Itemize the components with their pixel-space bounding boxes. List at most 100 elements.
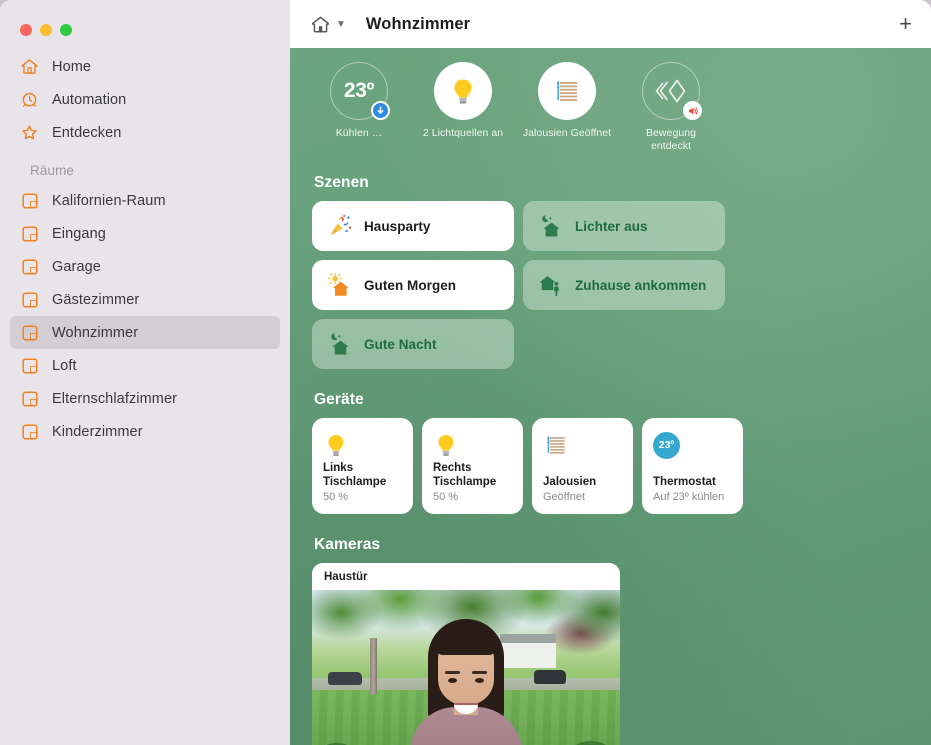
- room-icon: [20, 191, 39, 210]
- device-name: Jalousien: [543, 476, 597, 488]
- room-icon: [20, 422, 39, 441]
- titlebar: ▼ Wohnzimmer +: [290, 0, 931, 48]
- device-state: 50 %: [323, 491, 349, 503]
- sidebar-item-label: Eingang: [52, 225, 106, 242]
- scene-label: Gute Nacht: [364, 336, 437, 352]
- device-state: 50 %: [433, 491, 459, 503]
- minimize-button[interactable]: [40, 24, 52, 36]
- sidebar-item-label: Automation: [52, 91, 127, 108]
- status-climate[interactable]: 23º Kühlen …: [312, 62, 406, 152]
- close-button[interactable]: [20, 24, 32, 36]
- device-links-tischlampe[interactable]: Links Tischlampe 50 %: [312, 418, 413, 514]
- sidebar-item-label: Gästezimmer: [52, 291, 140, 308]
- hair-front: [435, 621, 497, 655]
- scene-gute-nacht[interactable]: Gute Nacht: [312, 319, 514, 369]
- sidebar-item-label: Wohnzimmer: [52, 324, 139, 341]
- status-circle: [538, 62, 596, 120]
- device-state: Geöffnet: [543, 491, 585, 503]
- home-selector-button[interactable]: ▼: [310, 14, 346, 35]
- page-title: Wohnzimmer: [365, 14, 471, 33]
- sidebar-item-garage[interactable]: Garage: [10, 250, 280, 283]
- thermostat-icon: 23º: [653, 428, 732, 462]
- sidebar-item-automation[interactable]: Automation: [10, 83, 280, 116]
- eye: [475, 678, 484, 683]
- add-accessory-button[interactable]: +: [896, 13, 915, 35]
- lightbulb-icon: [323, 428, 402, 461]
- sidebar-item-entdecken[interactable]: Entdecken: [10, 116, 280, 149]
- device-thermostat[interactable]: 23º Thermostat Auf 23º kühlen: [642, 418, 743, 514]
- star-icon: [20, 123, 39, 142]
- sidebar-item-home[interactable]: Home: [10, 50, 280, 83]
- house-icon: [20, 57, 39, 76]
- sidebar-item-label: Kinderzimmer: [52, 423, 143, 440]
- moon-house-icon: [538, 214, 564, 238]
- status-blinds[interactable]: Jalousien Geöffnet: [520, 62, 614, 152]
- sidebar-item-label: Kalifornien-Raum: [52, 192, 166, 209]
- party-popper-icon: [327, 214, 353, 238]
- status-motion[interactable]: Bewegung entdeckt: [624, 62, 718, 152]
- eyebrow: [472, 671, 487, 674]
- eye: [448, 678, 457, 683]
- chevron-down-icon: ▼: [336, 19, 346, 30]
- maximize-button[interactable]: [60, 24, 72, 36]
- sidebar-nav: Home Automation Entdecken Räume Kaliforn…: [0, 44, 290, 448]
- sidebar-item-label: Entdecken: [52, 124, 122, 141]
- scene-zuhause-ankommen[interactable]: Zuhause ankommen: [523, 260, 725, 310]
- camera-name: Haustür: [312, 563, 620, 590]
- scene-guten-morgen[interactable]: Guten Morgen: [312, 260, 514, 310]
- sun-house-icon: [327, 273, 353, 297]
- motion-sensor-icon: [654, 77, 688, 105]
- lightbulb-icon: [433, 428, 512, 461]
- room-icon: [20, 290, 39, 309]
- blinds-icon: [543, 428, 622, 462]
- cameras-heading: Kameras: [314, 536, 381, 553]
- parked-car: [534, 670, 566, 684]
- room-scroll-area: 23º Kühlen … 2 Lichtquellen an Jalousien…: [290, 48, 931, 745]
- scene-label: Hausparty: [364, 218, 431, 234]
- status-label: Kühlen …: [335, 127, 383, 139]
- sidebar-item-kinderzimmer[interactable]: Kinderzimmer: [10, 415, 280, 448]
- scenes-grid: Hausparty Lichter aus Guten Morgen Zuhau…: [306, 201, 915, 369]
- sidebar-item-label: Home: [52, 58, 92, 75]
- status-summary-row: 23º Kühlen … 2 Lichtquellen an Jalousien…: [306, 62, 915, 152]
- status-circle: 23º: [330, 62, 390, 120]
- camera-card-haustuer[interactable]: Haustür: [312, 563, 620, 745]
- person-at-door: [406, 613, 526, 745]
- device-state: Auf 23º kühlen: [653, 491, 725, 503]
- sidebar-item-wohnzimmer[interactable]: Wohnzimmer: [10, 316, 280, 349]
- device-name: Thermostat: [653, 476, 716, 488]
- scene-hausparty[interactable]: Hausparty: [312, 201, 514, 251]
- house-person-icon: [538, 273, 564, 297]
- devices-heading: Geräte: [314, 391, 364, 408]
- sidebar-section-rooms: Räume: [30, 163, 75, 178]
- sidebar-item-eingang[interactable]: Eingang: [10, 217, 280, 250]
- scene-lichter-aus[interactable]: Lichter aus: [523, 201, 725, 251]
- room-icon: [20, 356, 39, 375]
- sidebar-item-kalifornien-raum[interactable]: Kalifornien-Raum: [10, 184, 280, 217]
- content-area: ▼ Wohnzimmer + 23º Kühlen … 2 Lichtquell…: [290, 0, 931, 745]
- eyebrow: [445, 671, 460, 674]
- window-controls: [0, 0, 290, 44]
- sidebar-item-gaestezimmer[interactable]: Gästezimmer: [10, 283, 280, 316]
- lightbulb-icon: [448, 75, 478, 107]
- status-temperature-value: 23º: [343, 79, 375, 102]
- room-icon: [20, 323, 39, 342]
- status-lights[interactable]: 2 Lichtquellen an: [416, 62, 510, 152]
- devices-grid: Links Tischlampe 50 % Rechts Tischlampe …: [306, 418, 915, 514]
- status-label: 2 Lichtquellen an: [422, 127, 504, 139]
- camera-feed-image[interactable]: [312, 590, 620, 745]
- device-jalousien[interactable]: Jalousien Geöffnet: [532, 418, 633, 514]
- parked-car: [328, 672, 362, 685]
- room-icon: [20, 389, 39, 408]
- scene-label: Lichter aus: [575, 218, 648, 234]
- sidebar-item-label: Loft: [52, 357, 77, 374]
- device-rechts-tischlampe[interactable]: Rechts Tischlampe 50 %: [422, 418, 523, 514]
- clock-icon: [20, 90, 39, 109]
- sidebar-item-elternschlafzimmer[interactable]: Elternschlafzimmer: [10, 382, 280, 415]
- thermostat-temp-badge: 23º: [653, 431, 680, 459]
- status-label: Bewegung entdeckt: [645, 127, 697, 152]
- sidebar: Home Automation Entdecken Räume Kaliforn…: [0, 0, 290, 745]
- status-circle: [434, 62, 492, 120]
- device-name: Links Tischlampe: [323, 462, 387, 488]
- sidebar-item-loft[interactable]: Loft: [10, 349, 280, 382]
